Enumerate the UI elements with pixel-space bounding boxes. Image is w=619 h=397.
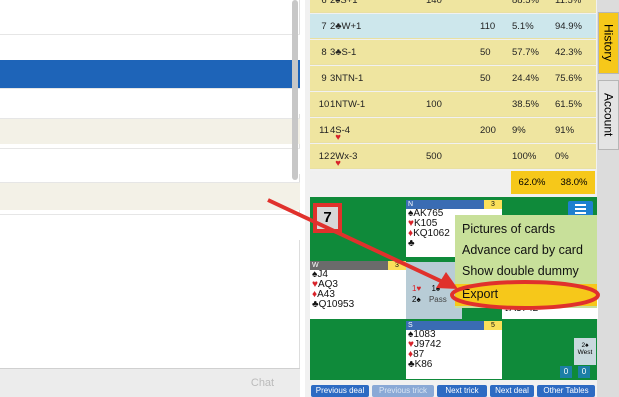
cell-pct-ew: 75.6% bbox=[555, 73, 582, 84]
south-label: S bbox=[408, 322, 413, 329]
other-tables-button[interactable]: Other Tables bbox=[537, 385, 595, 397]
cell-no: 8 bbox=[321, 47, 327, 58]
menu-item-export[interactable]: Export bbox=[462, 287, 498, 301]
cell-ew: 110 bbox=[480, 21, 496, 32]
cell-contract: 4 ♥ S-4 bbox=[330, 125, 351, 143]
chat-button[interactable]: Chat bbox=[235, 374, 290, 392]
menu-item-advance[interactable]: Advance card by card bbox=[462, 243, 583, 257]
list-row[interactable] bbox=[0, 88, 300, 114]
tab-history[interactable]: History bbox=[598, 12, 619, 74]
table-row[interactable]: 11 4 ♥ S-4 200 9% 91% bbox=[310, 118, 596, 143]
cell-ns: 140 bbox=[426, 0, 442, 6]
scrollbar[interactable] bbox=[292, 0, 298, 180]
bid-2: 1♠ bbox=[431, 284, 441, 293]
total-ew-pct: 38.0% bbox=[553, 171, 595, 194]
north-label: N bbox=[408, 201, 414, 208]
club-icon: ♣ bbox=[408, 238, 415, 249]
west-header: W3 bbox=[310, 261, 406, 270]
table-row[interactable]: 7 2♣W+1 110 5.1% 94.9% bbox=[310, 14, 596, 39]
contract: 2♠ bbox=[581, 342, 589, 349]
cell-pct-ns: 24.4% bbox=[512, 73, 539, 84]
north-diamonds: KQ1062 bbox=[413, 228, 450, 239]
list-row[interactable] bbox=[0, 34, 300, 60]
cell-contract: 1NTW-1 bbox=[330, 99, 366, 110]
cell-ns: 100 bbox=[426, 99, 442, 110]
table-row[interactable]: 10 1NTW-1 100 38.5% 61.5% bbox=[310, 92, 596, 117]
west-label: W bbox=[312, 262, 319, 269]
cell-no: 10 bbox=[318, 99, 330, 110]
south-clubs: K86 bbox=[414, 359, 433, 370]
declarer: West bbox=[577, 349, 593, 356]
menu-button[interactable] bbox=[568, 201, 593, 216]
south-hand: S5 ♠1083 ♥J9742 ♦87 ♣K86 bbox=[406, 321, 502, 379]
next-deal-button[interactable]: Next deal bbox=[490, 385, 534, 397]
cell-no: 7 bbox=[321, 21, 327, 32]
list-row[interactable] bbox=[0, 148, 300, 174]
cell-no: 6 bbox=[321, 0, 327, 6]
south-header: S5 bbox=[406, 321, 502, 330]
north-score: 3 bbox=[484, 200, 502, 209]
cell-ew: 50 bbox=[480, 47, 491, 58]
cell-contract: 2 ♥ Wx-3 bbox=[330, 151, 358, 169]
west-hand: W3 ♠J4 ♥AQ3 ♦A43 ♣Q10953 bbox=[310, 261, 406, 319]
cell-pct-ns: 57.7% bbox=[512, 47, 539, 58]
west-clubs: Q10953 bbox=[318, 299, 355, 310]
cell-ns: 500 bbox=[426, 151, 442, 162]
board-number: 7 bbox=[317, 207, 338, 229]
south-score: 5 bbox=[484, 321, 502, 330]
cell-pct-ew: 42.3% bbox=[555, 47, 582, 58]
cell-pct-ew: 94.9% bbox=[555, 21, 582, 32]
contract-box: 2♠ West bbox=[574, 338, 596, 365]
table-row[interactable]: 9 3NTN-1 50 24.4% 75.6% bbox=[310, 66, 596, 91]
board-number-badge: 7 bbox=[313, 203, 342, 233]
list-row[interactable] bbox=[0, 214, 300, 240]
tricks-ew: 0 bbox=[578, 366, 590, 378]
cell-no: 11 bbox=[319, 125, 329, 136]
cell-contract: 2♣W+1 bbox=[330, 21, 362, 32]
tab-account[interactable]: Account bbox=[598, 80, 619, 150]
menu-item-double-dummy[interactable]: Show double dummy bbox=[462, 264, 579, 278]
cell-pct-ns: 9% bbox=[512, 125, 526, 136]
cell-pct-ns: 88.5% bbox=[512, 0, 539, 6]
cell-contract: 2♠S+1 bbox=[330, 0, 358, 6]
north-header: N3 bbox=[406, 200, 502, 209]
table-row[interactable]: 6 2♠S+1 140 88.5% 11.5% bbox=[310, 0, 596, 13]
list-row[interactable] bbox=[0, 118, 300, 144]
previous-trick-button[interactable]: Previous trick bbox=[372, 385, 434, 397]
cell-contract: 3♣S-1 bbox=[330, 47, 357, 58]
cell-pct-ns: 100% bbox=[512, 151, 537, 162]
cell-no: 12 bbox=[318, 151, 330, 162]
total-ns-pct: 62.0% bbox=[511, 171, 553, 194]
cell-no: 9 bbox=[321, 73, 327, 84]
cell-pct-ew: 61.5% bbox=[555, 99, 582, 110]
bid-1: 1♥ bbox=[412, 284, 422, 293]
cell-pct-ns: 5.1% bbox=[512, 21, 534, 32]
cell-ew: 200 bbox=[480, 125, 496, 136]
west-score: 3 bbox=[388, 261, 406, 270]
menu-item-pictures[interactable]: Pictures of cards bbox=[462, 222, 555, 236]
bidding-box: 1♥ 1♠ 2♠ Pass bbox=[406, 262, 462, 319]
cell-pct-ew: 11.5% bbox=[555, 0, 582, 6]
cell-pct-ew: 0% bbox=[555, 151, 569, 162]
bid-4: Pass bbox=[428, 295, 447, 304]
cell-ew: 50 bbox=[480, 73, 491, 84]
cell-pct-ew: 91% bbox=[555, 125, 575, 136]
cell-contract: 3NTN-1 bbox=[330, 73, 364, 84]
previous-deal-button[interactable]: Previous deal bbox=[311, 385, 369, 397]
table-row[interactable]: 8 3♣S-1 50 57.7% 42.3% bbox=[310, 40, 596, 65]
bid-3: 2♠ bbox=[412, 295, 421, 304]
tricks-ns: 0 bbox=[560, 366, 572, 378]
table-row[interactable]: 12 2 ♥ Wx-3 500 100% 0% bbox=[310, 144, 596, 169]
left-panel: Chat bbox=[0, 0, 300, 397]
cell-pct-ns: 38.5% bbox=[512, 99, 539, 110]
list-row-selected[interactable] bbox=[0, 60, 300, 88]
next-trick-button[interactable]: Next trick bbox=[437, 385, 487, 397]
list-row[interactable] bbox=[0, 182, 300, 210]
